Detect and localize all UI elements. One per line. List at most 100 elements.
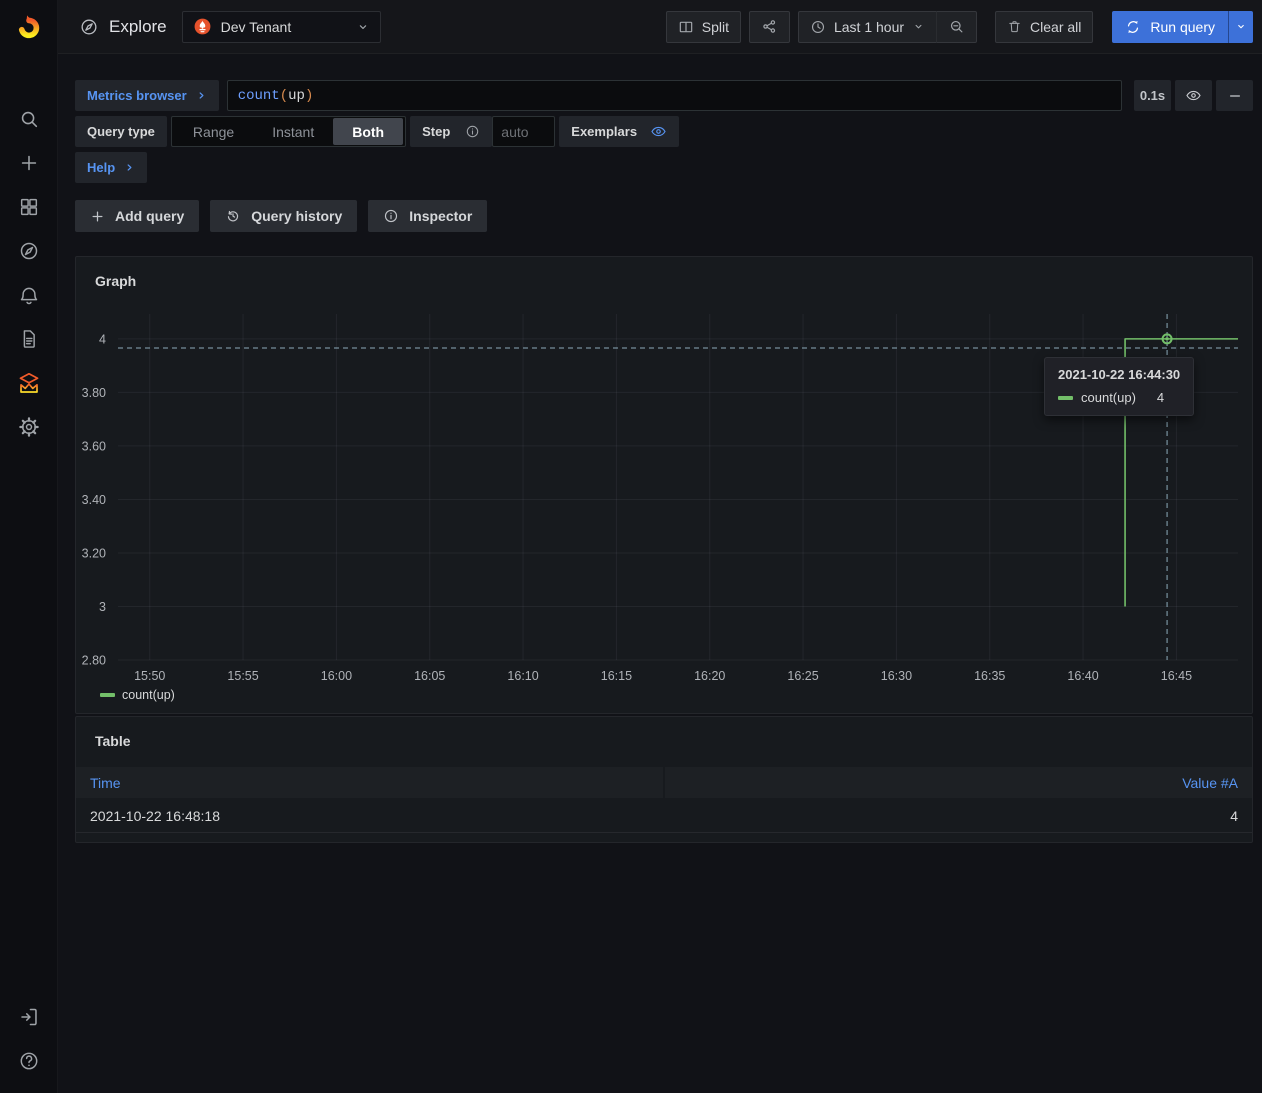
page-title-block: Explore xyxy=(79,17,167,37)
sidebar-item-settings[interactable] xyxy=(0,405,57,449)
help-label: Help xyxy=(87,160,115,175)
sidebar-item-help[interactable] xyxy=(0,1039,57,1083)
time-picker-button[interactable]: Last 1 hour xyxy=(798,11,936,43)
exemplars-chip: Exemplars xyxy=(559,116,679,147)
zoom-out-button[interactable] xyxy=(936,11,977,43)
sidebar xyxy=(0,0,58,1093)
step-label-chip: Step xyxy=(410,116,492,147)
grafana-logo[interactable] xyxy=(9,7,49,47)
table-panel: Table Time Value #A 2021-10-22 16:48:18 … xyxy=(75,716,1253,843)
legend-item-count-up[interactable]: count(up) xyxy=(100,688,175,702)
svg-text:3: 3 xyxy=(99,600,106,614)
step-label: Step xyxy=(422,124,450,139)
help-row: Help xyxy=(75,152,1253,183)
chevron-right-icon xyxy=(196,90,207,101)
compass-icon xyxy=(18,240,40,262)
info-icon xyxy=(465,124,480,139)
search-icon xyxy=(18,108,40,130)
document-icon xyxy=(18,328,40,350)
svg-text:16:00: 16:00 xyxy=(321,669,352,683)
table-column-header-time[interactable]: Time xyxy=(76,767,663,798)
query-row: Metrics browser count(up) 0.1s xyxy=(75,80,1253,111)
bell-icon xyxy=(18,284,40,306)
inspector-label: Inspector xyxy=(409,208,472,224)
clock-icon xyxy=(810,19,826,35)
table-cell-time: 2021-10-22 16:48:18 xyxy=(76,799,664,832)
query-type-instant[interactable]: Instant xyxy=(253,118,333,145)
clear-all-label: Clear all xyxy=(1030,19,1081,35)
svg-text:15:55: 15:55 xyxy=(227,669,258,683)
run-query-label: Run query xyxy=(1150,19,1215,35)
step-input[interactable] xyxy=(492,116,555,147)
info-icon xyxy=(383,208,399,224)
eye-icon xyxy=(650,123,667,140)
query-type-both[interactable]: Both xyxy=(333,118,403,145)
exemplars-toggle-button[interactable] xyxy=(650,123,667,140)
grafana-explore-app: Explore Dev Tenant Split xyxy=(0,0,1262,1093)
split-label: Split xyxy=(702,19,729,35)
graph-tooltip: 2021-10-22 16:44:30 count(up) 4 xyxy=(1044,357,1194,416)
sidebar-item-search[interactable] xyxy=(0,97,57,141)
plus-icon xyxy=(90,209,105,224)
datasource-picker[interactable]: Dev Tenant xyxy=(182,11,381,43)
sidebar-item-sign-in[interactable] xyxy=(0,995,57,1039)
graph-panel: Graph 15:5015:5516:0016:0516:1016:1516:2… xyxy=(75,256,1253,714)
split-icon xyxy=(678,19,694,35)
gear-icon xyxy=(18,416,40,438)
add-query-label: Add query xyxy=(115,208,184,224)
query-options-row: Query type Range Instant Both Step Exemp… xyxy=(75,116,1253,147)
run-query-button[interactable]: Run query xyxy=(1112,11,1228,43)
svg-text:3.20: 3.20 xyxy=(82,546,106,560)
sidebar-item-alerting[interactable] xyxy=(0,273,57,317)
eye-icon xyxy=(1185,87,1202,104)
table-column-header-value[interactable]: Value #A xyxy=(665,767,1252,798)
zoom-out-icon xyxy=(948,18,965,35)
run-query-group: Run query xyxy=(1112,11,1253,43)
graph-panel-title: Graph xyxy=(76,257,1252,289)
sign-in-icon xyxy=(18,1006,40,1028)
toggle-visibility-button[interactable] xyxy=(1175,80,1212,111)
trash-icon xyxy=(1007,19,1022,34)
metrics-browser-label: Metrics browser xyxy=(87,88,187,103)
split-button[interactable]: Split xyxy=(666,11,741,43)
chevron-down-icon xyxy=(912,20,925,33)
svg-text:16:35: 16:35 xyxy=(974,669,1005,683)
tooltip-timestamp: 2021-10-22 16:44:30 xyxy=(1058,367,1180,382)
inspector-button[interactable]: Inspector xyxy=(368,200,487,232)
svg-text:2.80: 2.80 xyxy=(82,654,106,668)
svg-text:16:15: 16:15 xyxy=(601,669,632,683)
chevron-down-icon xyxy=(356,20,370,34)
time-picker-group: Last 1 hour xyxy=(798,11,977,43)
help-button[interactable]: Help xyxy=(75,152,147,183)
add-query-button[interactable]: Add query xyxy=(75,200,199,232)
share-button[interactable] xyxy=(749,11,790,43)
exemplars-label: Exemplars xyxy=(571,124,637,139)
svg-text:16:05: 16:05 xyxy=(414,669,445,683)
query-history-button[interactable]: Query history xyxy=(210,200,357,232)
explore-content: Metrics browser count(up) 0.1s Query typ… xyxy=(75,54,1253,843)
sidebar-item-docs[interactable] xyxy=(0,317,57,361)
run-query-dropdown-button[interactable] xyxy=(1228,11,1253,43)
svg-text:16:45: 16:45 xyxy=(1161,669,1192,683)
query-history-label: Query history xyxy=(251,208,342,224)
svg-text:3.40: 3.40 xyxy=(82,493,106,507)
share-icon xyxy=(761,18,778,35)
metrics-browser-button[interactable]: Metrics browser xyxy=(75,80,219,111)
sidebar-item-mimir[interactable] xyxy=(0,361,57,405)
clear-all-button[interactable]: Clear all xyxy=(995,11,1093,43)
tooltip-series-swatch xyxy=(1058,396,1073,400)
legend-label: count(up) xyxy=(122,688,175,702)
dashboards-icon xyxy=(18,196,40,218)
time-range-label: Last 1 hour xyxy=(834,19,904,35)
query-type-range[interactable]: Range xyxy=(174,118,253,145)
remove-query-button[interactable] xyxy=(1216,80,1253,111)
table-cell-value: 4 xyxy=(664,799,1252,832)
query-expression-input[interactable]: count(up) xyxy=(227,80,1122,111)
help-icon xyxy=(18,1050,40,1072)
tooltip-series-value: 4 xyxy=(1157,390,1164,405)
grafana-logo-icon xyxy=(15,11,43,44)
sidebar-item-explore[interactable] xyxy=(0,229,57,273)
sidebar-item-dashboards[interactable] xyxy=(0,185,57,229)
history-icon xyxy=(225,208,241,224)
sidebar-item-create[interactable] xyxy=(0,141,57,185)
